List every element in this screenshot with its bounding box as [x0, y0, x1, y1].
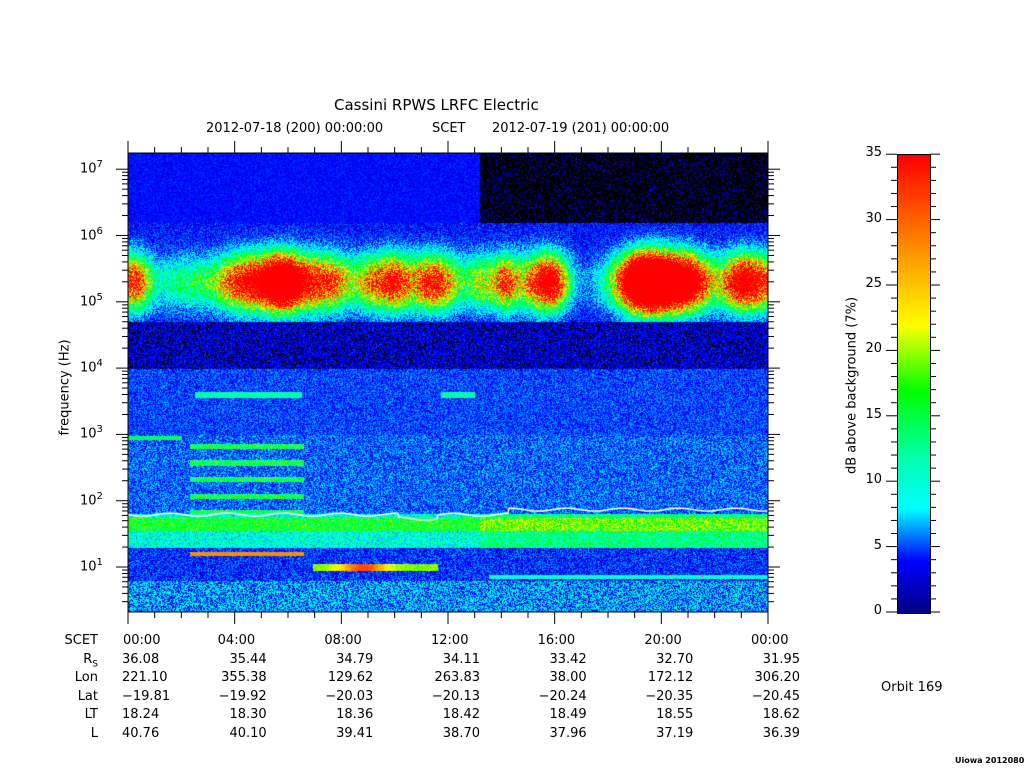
- ephemeris-row-label: L: [90, 725, 98, 741]
- ephemeris-row-label: RS: [48, 652, 98, 670]
- ephemeris-lat-value: −20.13: [431, 688, 480, 704]
- ephemeris-lon-value: 221.10: [122, 670, 168, 685]
- colorbar-tick-label: 25: [865, 276, 882, 291]
- ephemeris-row-label: LT: [84, 707, 98, 722]
- ephemeris-rs-value: 31.95: [762, 651, 800, 667]
- rs-label: R: [83, 651, 93, 667]
- y-tick-label: 102: [80, 490, 103, 509]
- ephemeris-rs-value: 34.79: [336, 651, 374, 667]
- ephemeris-lat-value: −20.45: [751, 688, 800, 704]
- ephemeris-lt-value: 18.24: [122, 707, 160, 722]
- ephemeris-lon-value: 355.38: [221, 670, 267, 685]
- ephemeris-l-value: 39.41: [336, 725, 374, 741]
- ephemeris-l-value: 38.70: [442, 725, 480, 741]
- ephemeris-rs-value: 36.08: [122, 651, 160, 667]
- ephemeris-rs-value: 35.44: [229, 651, 267, 667]
- ephemeris-lon-value: 263.83: [434, 670, 481, 685]
- ephemeris-lt-value: 18.49: [549, 707, 587, 722]
- ephemeris-rs-value: 32.70: [656, 651, 694, 667]
- ephemeris-scet-value: 04:00: [217, 633, 256, 648]
- ephemeris-lon-value: 129.62: [327, 670, 374, 685]
- y-tick-exponent: 2: [96, 490, 103, 502]
- y-tick-exponent: 4: [96, 358, 103, 370]
- colorbar-tick-label: 10: [865, 472, 882, 488]
- y-tick-exponent: 6: [96, 225, 103, 237]
- ephemeris-scet-value: 08:00: [324, 633, 362, 648]
- orbit-label: Orbit 169: [881, 680, 943, 695]
- ephemeris-l-value: 37.19: [656, 725, 694, 741]
- colorbar-tick-label: 15: [865, 406, 882, 422]
- ephemeris-scet-value: 20:00: [644, 633, 682, 648]
- ephemeris-row-label: Lon: [74, 670, 98, 685]
- ephemeris-lat-value: −19.81: [122, 688, 171, 704]
- y-tick-label: 104: [80, 358, 103, 376]
- ephemeris-lt-value: 18.55: [656, 707, 694, 722]
- ephemeris-lat-value: −19.92: [218, 688, 267, 704]
- rs-subscript: S: [92, 659, 98, 670]
- ephemeris-l-value: 36.39: [762, 725, 800, 741]
- y-tick-label: 103: [80, 424, 103, 442]
- colorbar: [897, 154, 931, 614]
- y-tick-exponent: 3: [96, 424, 103, 436]
- ephemeris-scet-value: 00:00: [123, 633, 161, 648]
- ephemeris-lt-value: 18.42: [442, 707, 480, 722]
- ephemeris-lt-value: 18.62: [762, 707, 800, 722]
- ephemeris-lt-value: 18.36: [336, 707, 374, 722]
- ephemeris-lat-value: −20.35: [645, 688, 694, 704]
- y-tick-label: 105: [80, 291, 103, 310]
- ephemeris-row-label: SCET: [64, 633, 98, 648]
- ephemeris-l-value: 37.96: [549, 725, 587, 741]
- ephemeris-l-value: 40.76: [122, 725, 160, 741]
- footer-credit: Uiowa 20120802: [955, 756, 1024, 765]
- ephemeris-l-value: 40.10: [229, 725, 267, 741]
- y-tick-label: 106: [80, 225, 103, 243]
- ephemeris-lt-value: 18.30: [229, 707, 267, 722]
- colorbar-tick-label: 30: [865, 210, 882, 226]
- colorbar-label: dB above background (7%): [844, 296, 860, 475]
- ephemeris-scet-value: 00:00: [751, 633, 789, 648]
- y-tick-exponent: 5: [96, 291, 103, 303]
- ephemeris-scet-value: 12:00: [431, 633, 469, 648]
- spectrogram-figure: Cassini RPWS LRFC Electric 2012-07-18 (2…: [0, 0, 1024, 768]
- ephemeris-lat-value: −20.24: [538, 688, 587, 704]
- ephemeris-lon-value: 38.00: [549, 670, 587, 685]
- colorbar-tick-label: 5: [873, 537, 882, 553]
- ephemeris-lon-value: 306.20: [754, 670, 801, 685]
- ephemeris-row-label: Lat: [77, 688, 98, 704]
- ephemeris-rs-value: 33.42: [549, 651, 587, 667]
- ephemeris-lat-value: −20.03: [325, 688, 374, 704]
- ephemeris-scet-value: 16:00: [537, 633, 576, 648]
- colorbar-tick-label: 20: [865, 341, 882, 357]
- y-tick-exponent: 7: [96, 159, 103, 171]
- y-axis-label: frequency (Hz): [57, 339, 73, 436]
- y-tick-exponent: 1: [96, 557, 103, 568]
- colorbar-tick-label: 35: [865, 145, 882, 161]
- colorbar-tick-label: 0: [873, 603, 882, 618]
- y-tick-label: 107: [80, 159, 103, 177]
- ephemeris-rs-value: 34.11: [442, 651, 480, 667]
- y-tick-label: 101: [80, 557, 103, 575]
- ephemeris-lon-value: 172.12: [647, 670, 694, 685]
